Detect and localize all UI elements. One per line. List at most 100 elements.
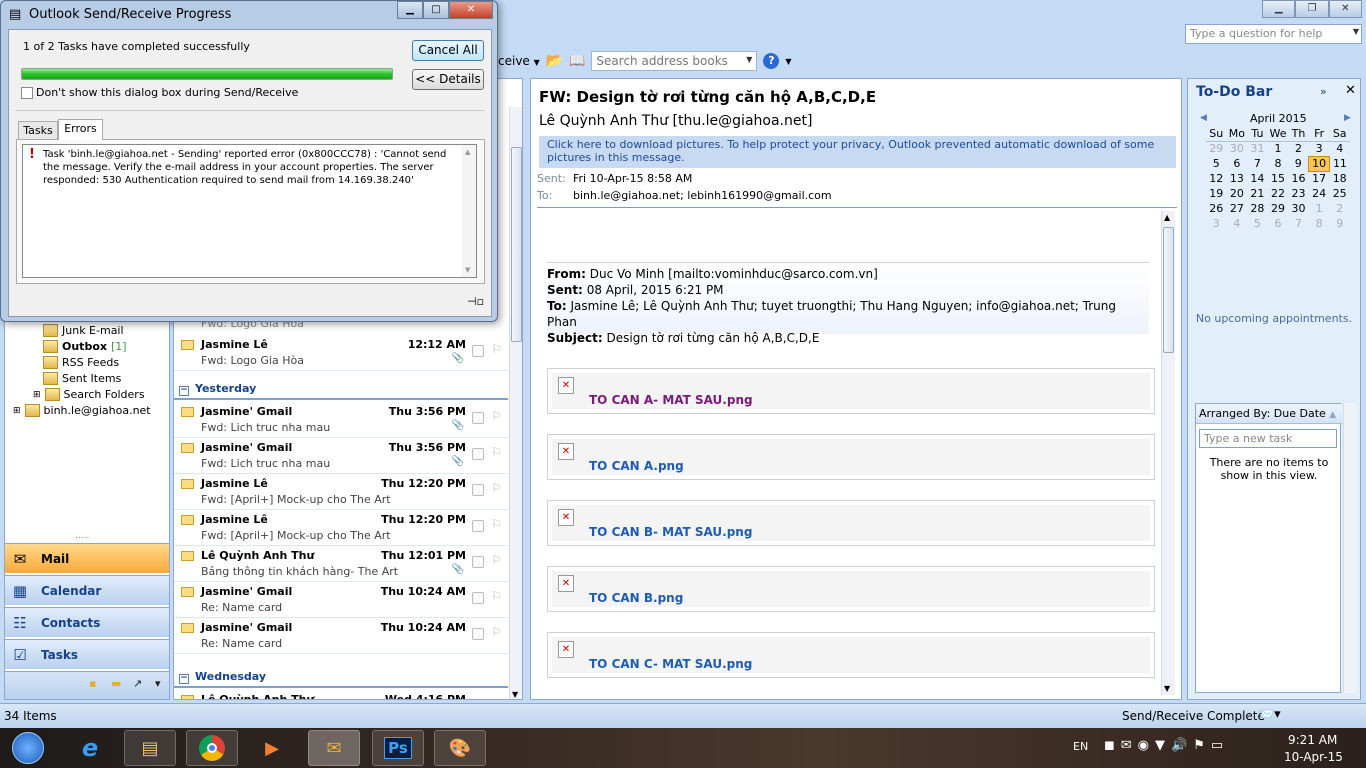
message-row[interactable]: Lê Quỳnh Anh Thư Thu 12:01 PM Bảng thông t… bbox=[174, 546, 508, 582]
chevron-down-icon[interactable]: ▼ bbox=[1353, 27, 1359, 36]
shortcuts-icon[interactable]: ↗ bbox=[133, 677, 142, 690]
details-button[interactable]: << Details bbox=[412, 69, 484, 90]
search-address-books-input[interactable]: Search address books ▼ bbox=[591, 51, 758, 71]
language-indicator[interactable]: EN bbox=[1073, 740, 1088, 753]
calendar-day[interactable]: 2 bbox=[1329, 201, 1350, 216]
nav-mail[interactable]: ✉ Mail bbox=[5, 543, 169, 573]
notes-icon[interactable]: ▪ bbox=[89, 677, 96, 690]
flag-icon[interactable]: ⚐ bbox=[491, 342, 502, 356]
calendar-day[interactable]: 4 bbox=[1227, 216, 1248, 231]
pin-icon[interactable]: ⊣▫ bbox=[467, 295, 484, 308]
nav-calendar[interactable]: ▦ Calendar bbox=[5, 575, 169, 605]
dialog-close-button[interactable]: ✕ bbox=[449, 1, 493, 19]
categorize-checkbox[interactable] bbox=[472, 484, 484, 496]
dont-show-checkbox[interactable] bbox=[21, 86, 33, 99]
calendar-day[interactable]: 25 bbox=[1329, 186, 1350, 201]
message-row[interactable]: Jasmine Lê Thu 12:20 PM Fwd: [April+] Mock… bbox=[174, 510, 508, 546]
calendar-day[interactable]: 1 bbox=[1268, 141, 1289, 156]
flag-icon[interactable]: ⚐ bbox=[491, 697, 502, 699]
reading-pane-scrollbar[interactable]: ▲ ▼ bbox=[1161, 211, 1175, 695]
chevron-down-icon[interactable]: ▼ bbox=[746, 55, 752, 64]
expand-icon[interactable]: ⊞ bbox=[33, 390, 41, 400]
attachment-image-placeholder[interactable]: ✕ TO CAN A.png bbox=[547, 434, 1155, 480]
pane-resize-handle[interactable]: ..... bbox=[75, 531, 89, 541]
tab-tasks[interactable]: Tasks bbox=[18, 121, 58, 139]
minimize-button[interactable]: ▁ bbox=[1262, 0, 1296, 18]
toolbar-options-icon[interactable]: ▼ bbox=[785, 57, 791, 66]
internet-explorer-icon[interactable]: e bbox=[64, 730, 116, 766]
folder-binh-le-giahoa-net[interactable]: ⊞ binh.le@giahoa.net bbox=[13, 404, 151, 417]
calendar-day[interactable]: 19 bbox=[1206, 186, 1227, 201]
media-player-icon[interactable]: ▶ bbox=[246, 730, 298, 766]
flag-icon[interactable]: ⚐ bbox=[491, 625, 502, 639]
help-question-input[interactable]: Type a question for help ▼ bbox=[1185, 24, 1362, 44]
close-button[interactable]: ✕ bbox=[1328, 0, 1362, 18]
calendar-day[interactable]: 29 bbox=[1206, 141, 1227, 156]
scroll-down-icon[interactable]: ▼ bbox=[465, 266, 470, 274]
prev-month-icon[interactable]: ◀ bbox=[1200, 113, 1207, 123]
outlook-icon[interactable]: ✉ bbox=[308, 730, 360, 766]
folder-list-icon[interactable]: ▬ bbox=[111, 677, 121, 690]
restore-button[interactable]: ❐ bbox=[1295, 0, 1329, 18]
dialog-minimize-button[interactable]: ▁ bbox=[397, 1, 423, 19]
address-book-icon[interactable]: 📖 bbox=[569, 54, 585, 69]
dont-show-checkbox-row[interactable]: Don't show this dialog box during Send/R… bbox=[21, 86, 298, 99]
calendar-day[interactable]: 7 bbox=[1247, 156, 1268, 171]
cancel-all-button[interactable]: Cancel All bbox=[412, 40, 484, 61]
calendar-day[interactable]: 23 bbox=[1288, 186, 1309, 201]
group-header-yesterday[interactable]: − Yesterday bbox=[174, 378, 508, 400]
collapse-icon[interactable]: − bbox=[179, 386, 189, 396]
categorize-checkbox[interactable] bbox=[472, 628, 484, 640]
next-month-icon[interactable]: ▶ bbox=[1344, 113, 1351, 123]
calendar-day[interactable]: 15 bbox=[1268, 171, 1289, 186]
flag-icon[interactable]: ⚐ bbox=[491, 481, 502, 495]
message-row[interactable]: Jasmine' Gmail Thu 10:24 AM Re: Name card ⚐ bbox=[174, 618, 508, 654]
scroll-down-icon[interactable]: ▼ bbox=[512, 690, 518, 699]
nav-contacts[interactable]: ☷ Contacts bbox=[5, 607, 169, 637]
message-row[interactable]: Jasmine' Gmail Thu 3:56 PM Fwd: Lich truc … bbox=[174, 438, 508, 474]
attachment-image-placeholder[interactable]: ✕ TO CAN A- MAT SAU.png bbox=[547, 368, 1155, 414]
calendar-day[interactable]: 22 bbox=[1268, 186, 1289, 201]
message-row[interactable]: Lê Quỳnh Anh Thư Wed 4:16 PM ⚐ bbox=[174, 690, 508, 699]
calendar-day[interactable]: 13 bbox=[1227, 171, 1248, 186]
attachment-name[interactable]: TO CAN A.png bbox=[589, 459, 684, 473]
calendar-day[interactable]: 2 bbox=[1288, 141, 1309, 156]
calendar-day[interactable]: 4 bbox=[1329, 141, 1350, 156]
attachment-name[interactable]: TO CAN B.png bbox=[589, 591, 683, 605]
calendar-day[interactable]: 7 bbox=[1288, 216, 1309, 231]
message-row[interactable]: Jasmine' Gmail Thu 3:56 PM Fwd: Lich truc … bbox=[174, 402, 508, 438]
folder-sent-items[interactable]: Sent Items bbox=[43, 372, 121, 385]
calendar-day[interactable]: 9 bbox=[1329, 216, 1350, 231]
close-icon[interactable]: ✕ bbox=[1345, 83, 1356, 98]
flag-icon[interactable]: ⚐ bbox=[491, 589, 502, 603]
start-button[interactable] bbox=[4, 730, 52, 766]
nav-tasks[interactable]: ☑ Tasks bbox=[5, 639, 169, 669]
send-receive-button[interactable]: ceive ▼ bbox=[498, 54, 540, 68]
folder-rss-feeds[interactable]: RSS Feeds bbox=[43, 356, 119, 369]
folder-junk-e-mail[interactable]: Junk E-mail bbox=[43, 324, 124, 337]
attachment-image-placeholder[interactable]: ✕ TO CAN C- MAT SAU.png bbox=[547, 632, 1155, 678]
scroll-up-icon[interactable]: ▲ bbox=[465, 148, 470, 156]
new-task-input[interactable]: Type a new task bbox=[1199, 429, 1337, 448]
tab-errors[interactable]: Errors bbox=[58, 119, 103, 140]
categorize-checkbox[interactable] bbox=[472, 556, 484, 568]
calendar-day[interactable]: 10 bbox=[1308, 155, 1330, 172]
calendar-day[interactable]: 17 bbox=[1309, 171, 1330, 186]
clock-time[interactable]: 9:21 AM bbox=[1288, 733, 1337, 747]
calendar-day[interactable]: 3 bbox=[1206, 216, 1227, 231]
categorize-checkbox[interactable] bbox=[472, 448, 484, 460]
calendar-day[interactable]: 28 bbox=[1247, 201, 1268, 216]
calendar-day[interactable]: 14 bbox=[1247, 171, 1268, 186]
attachment-name[interactable]: TO CAN A- MAT SAU.png bbox=[589, 393, 753, 407]
expand-icon[interactable]: ⊞ bbox=[13, 406, 21, 416]
calendar-day[interactable]: 12 bbox=[1206, 171, 1227, 186]
calendar-day[interactable]: 1 bbox=[1309, 201, 1330, 216]
flag-icon[interactable]: ⚐ bbox=[491, 409, 502, 423]
calendar-day[interactable]: 29 bbox=[1268, 201, 1289, 216]
photoshop-icon[interactable]: Ps bbox=[372, 730, 424, 766]
system-tray-icons[interactable]: ◼✉◉▼🔊⚑▭ bbox=[1104, 738, 1229, 753]
clock-date[interactable]: 10-Apr-15 bbox=[1284, 750, 1343, 764]
calendar-day[interactable]: 27 bbox=[1227, 201, 1248, 216]
calendar-day[interactable]: 6 bbox=[1227, 156, 1248, 171]
open-folder-icon[interactable]: 📂 bbox=[546, 53, 563, 69]
